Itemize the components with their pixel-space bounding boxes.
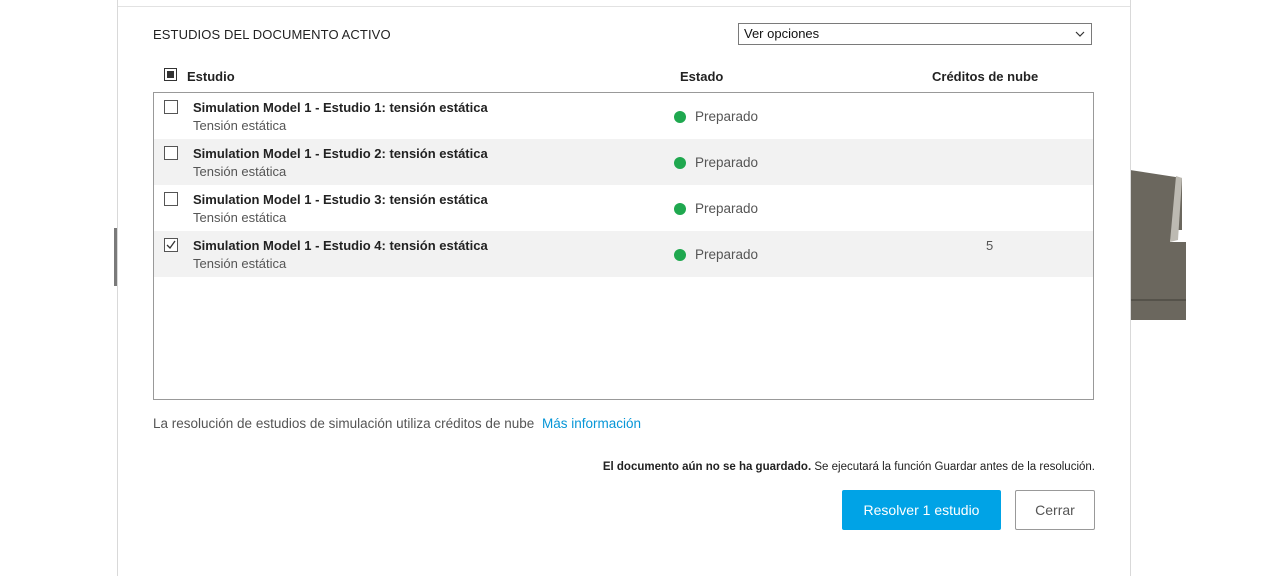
study-type: Tensión estática (193, 210, 287, 225)
solve-dialog: ESTUDIOS DEL DOCUMENTO ACTIVO Ver opcion… (117, 0, 1131, 576)
study-status: Preparado (695, 109, 759, 124)
study-checkbox[interactable] (164, 100, 178, 114)
credits-info-text: La resolución de estudios de simulación … (153, 416, 535, 431)
study-name: Simulation Model 1 - Estudio 1: tensión … (193, 100, 488, 115)
study-name: Simulation Model 1 - Estudio 4: tensión … (193, 238, 488, 253)
save-warning-bold: El documento aún no se ha guardado. (602, 461, 812, 473)
options-select-value: Ver opciones (744, 26, 820, 41)
study-name: Simulation Model 1 - Estudio 2: tensión … (193, 146, 488, 161)
study-row[interactable]: Simulation Model 1 - Estudio 3: tensión … (154, 185, 1093, 231)
chevron-down-icon (1075, 31, 1085, 37)
study-name: Simulation Model 1 - Estudio 3: tensión … (193, 192, 488, 207)
select-all-checkbox[interactable] (164, 68, 177, 81)
column-header-status[interactable]: Estado (680, 69, 723, 84)
more-info-link[interactable]: Más información (542, 416, 641, 431)
study-row[interactable]: Simulation Model 1 - Estudio 4: tensión … (154, 231, 1093, 277)
checkmark-icon (166, 240, 176, 250)
background-3d-model (1130, 170, 1186, 320)
study-type: Tensión estática (193, 256, 287, 271)
status-ready-icon (674, 111, 686, 123)
study-status: Preparado (695, 155, 759, 170)
study-row[interactable]: Simulation Model 1 - Estudio 1: tensión … (154, 93, 1093, 139)
close-button[interactable]: Cerrar (1015, 490, 1095, 530)
column-header-study[interactable]: Estudio (187, 69, 235, 84)
section-title: ESTUDIOS DEL DOCUMENTO ACTIVO (153, 27, 391, 42)
divider (118, 6, 1130, 7)
save-warning-text: Se ejecutará la función Guardar antes de… (811, 461, 1095, 473)
status-ready-icon (674, 157, 686, 169)
study-checkbox-checked[interactable] (164, 238, 178, 252)
study-type: Tensión estática (193, 164, 287, 179)
study-row[interactable]: Simulation Model 1 - Estudio 2: tensión … (154, 139, 1093, 185)
status-ready-icon (674, 249, 686, 261)
study-credits: 5 (986, 238, 994, 253)
status-ready-icon (674, 203, 686, 215)
solve-button[interactable]: Resolver 1 estudio (842, 490, 1001, 530)
study-status: Preparado (695, 247, 759, 262)
study-checkbox[interactable] (164, 146, 178, 160)
options-select[interactable]: Ver opciones (738, 23, 1092, 45)
save-warning: El documento aún no se ha guardado. Se e… (603, 461, 1095, 473)
study-checkbox[interactable] (164, 192, 178, 206)
study-type: Tensión estática (193, 118, 287, 133)
credits-info: La resolución de estudios de simulación … (153, 416, 641, 431)
studies-table: Simulation Model 1 - Estudio 1: tensión … (153, 92, 1094, 400)
study-status: Preparado (695, 201, 759, 216)
column-header-credits[interactable]: Créditos de nube (932, 69, 1038, 84)
